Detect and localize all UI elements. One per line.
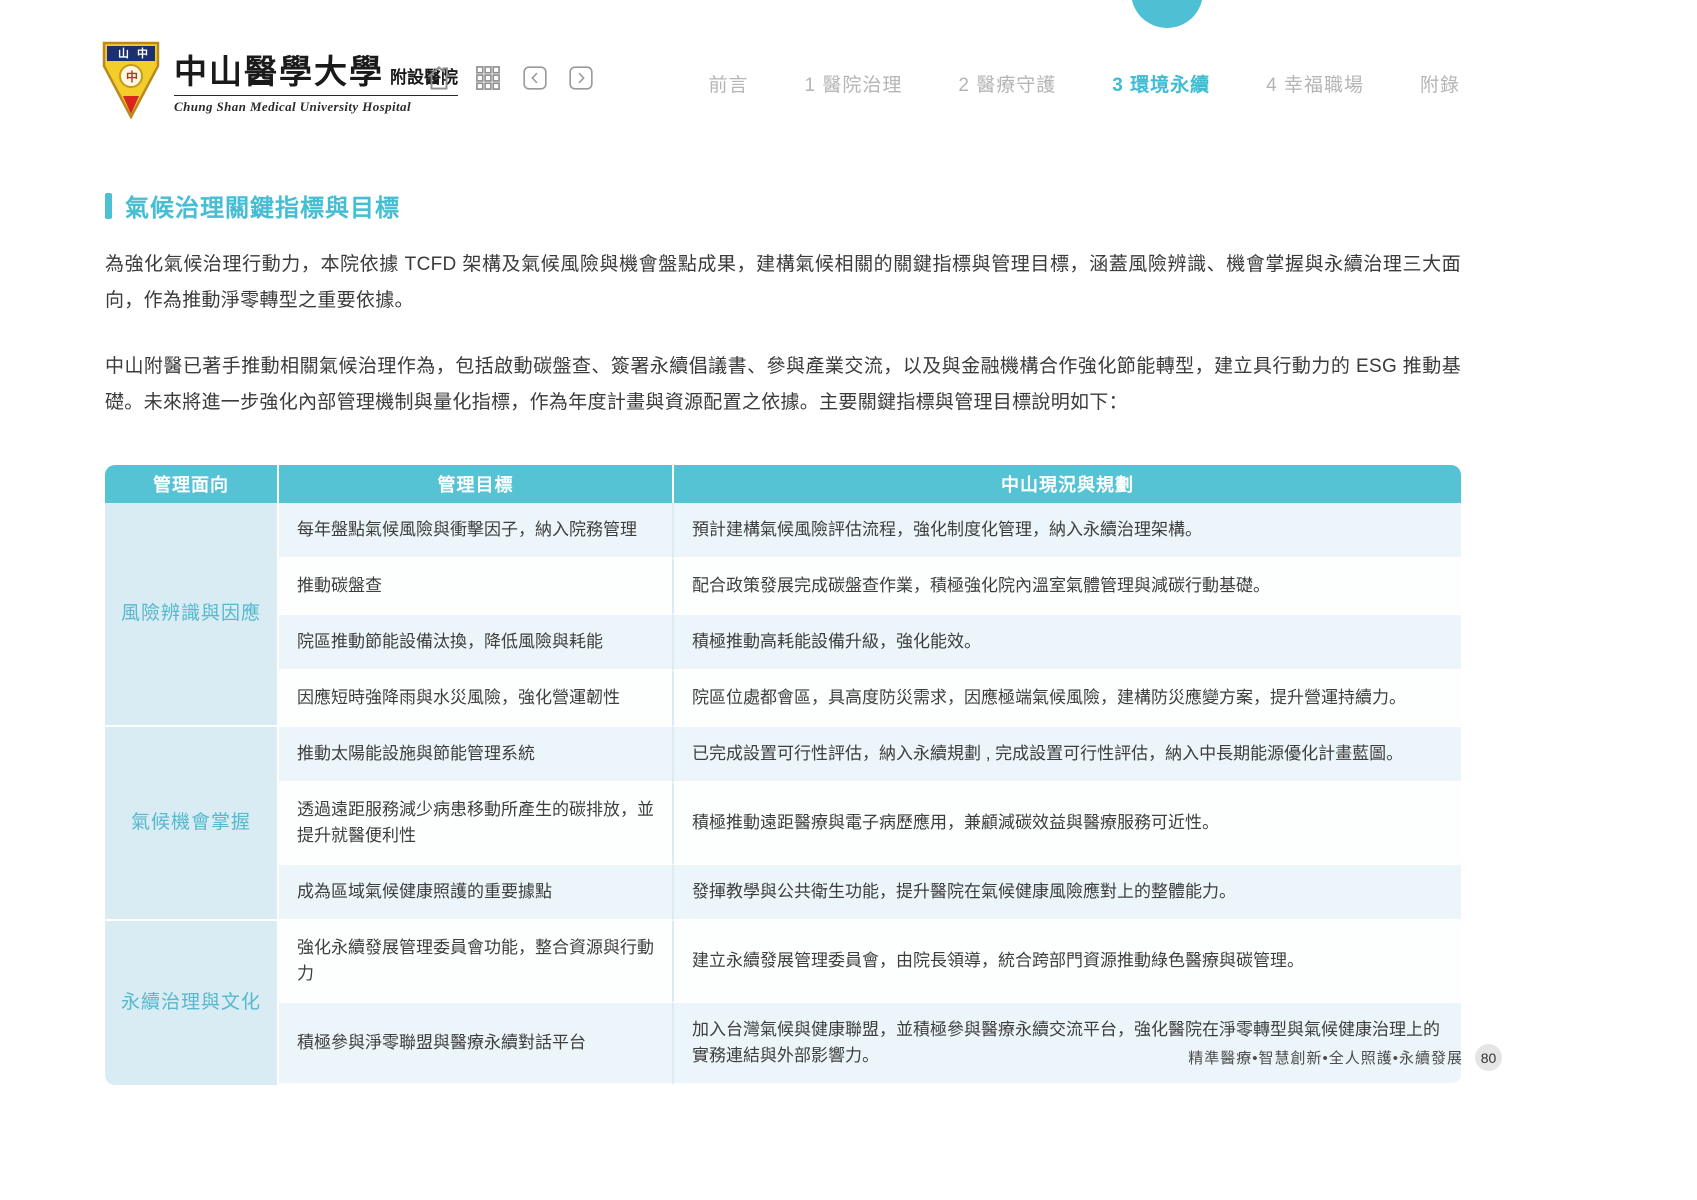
status-cell: 配合政策發展完成碳盤查作業，積極強化院內溫室氣體管理與減碳行動基礎。 bbox=[672, 559, 1461, 615]
prev-page-icon[interactable] bbox=[522, 65, 548, 91]
goal-cell: 積極參與淨零聯盟與醫療永續對話平台 bbox=[277, 1003, 672, 1085]
nav-item-governance[interactable]: 1 醫院治理 bbox=[805, 70, 903, 97]
section-title-text: 氣候治理關鍵指標與目標 bbox=[125, 188, 400, 223]
paragraph-2: 中山附醫已著手推動相關氣候治理作為，包括啟動碳盤查、簽署永續倡議書、參與產業交流… bbox=[105, 349, 1461, 421]
logo-hanzi-main: 中山醫學大學 bbox=[174, 45, 384, 93]
group-cell-risk: 風險辨識與因應 bbox=[105, 503, 277, 727]
nav-item-medical-care[interactable]: 2 醫療守護 bbox=[958, 70, 1056, 97]
status-cell: 積極推動高耗能設備升級，強化能效。 bbox=[672, 615, 1461, 671]
nav-item-appendix[interactable]: 附錄 bbox=[1420, 70, 1460, 97]
table-header-row: 管理面向 管理目標 中山現況與規劃 bbox=[105, 465, 1461, 503]
status-cell: 發揮教學與公共衛生功能，提升醫院在氣候健康風險應對上的整體能力。 bbox=[672, 865, 1461, 921]
table-row: 氣候機會掌握 推動太陽能設施與節能管理系統 已完成設置可行性評估，納入永續規劃 … bbox=[105, 727, 1461, 783]
table-row: 永續治理與文化 強化永續發展管理委員會功能，整合資源與行動力 建立永續發展管理委… bbox=[105, 921, 1461, 1003]
svg-text:中: 中 bbox=[126, 69, 138, 84]
report-page: 山 中 中 中山醫學大學 附設醫院 Chung Shan Medical Uni… bbox=[0, 0, 1697, 1200]
status-cell: 建立永續發展管理委員會，由院長領導，統合跨部門資源推動綠色醫療與碳管理。 bbox=[672, 921, 1461, 1003]
page-number-badge: 80 bbox=[1475, 1044, 1502, 1071]
goal-cell: 因應短時強降雨與水災風險，強化營運韌性 bbox=[277, 671, 672, 727]
nav-item-workplace[interactable]: 4 幸福職場 bbox=[1266, 70, 1364, 97]
section-title-bar bbox=[105, 193, 112, 219]
logo-english: Chung Shan Medical University Hospital bbox=[174, 95, 458, 115]
header: 山 中 中 中山醫學大學 附設醫院 Chung Shan Medical Uni… bbox=[0, 0, 1697, 130]
paragraph-1: 為強化氣候治理行動力，本院依據 TCFD 架構及氣候風險與機會盤點成果，建構氣候… bbox=[105, 247, 1461, 319]
viewer-toolbar bbox=[424, 63, 594, 93]
table-row: 因應短時強降雨與水災風險，強化營運韌性 院區位處都會區，具高度防災需求，因應極端… bbox=[105, 671, 1461, 727]
svg-text:中: 中 bbox=[137, 46, 148, 60]
nav-item-environment-active[interactable]: 3 環境永續 bbox=[1112, 70, 1210, 97]
next-page-icon[interactable] bbox=[568, 65, 594, 91]
hospital-logo: 山 中 中 中山醫學大學 附設醫院 Chung Shan Medical Uni… bbox=[100, 40, 458, 120]
group-cell-culture: 永續治理與文化 bbox=[105, 921, 277, 1085]
goal-cell: 每年盤點氣候風險與衝擊因子，納入院務管理 bbox=[277, 503, 672, 559]
nav-item-intro[interactable]: 前言 bbox=[709, 70, 749, 97]
home-icon[interactable] bbox=[424, 63, 454, 93]
goal-cell: 強化永續發展管理委員會功能，整合資源與行動力 bbox=[277, 921, 672, 1003]
goal-cell: 成為區域氣候健康照護的重要據點 bbox=[277, 865, 672, 921]
table-row: 風險辨識與因應 每年盤點氣候風險與衝擊因子，納入院務管理 預計建構氣候風險評估流… bbox=[105, 503, 1461, 559]
table-row: 成為區域氣候健康照護的重要據點 發揮教學與公共衛生功能，提升醫院在氣候健康風險應… bbox=[105, 865, 1461, 921]
grid-menu-icon[interactable] bbox=[474, 64, 502, 92]
col-header-status: 中山現況與規劃 bbox=[672, 465, 1461, 503]
status-cell: 已完成設置可行性評估，納入永續規劃 , 完成設置可行性評估，納入中長期能源優化計… bbox=[672, 727, 1461, 783]
status-cell: 積極推動遠距醫療與電子病歷應用，兼顧減碳效益與醫療服務可近性。 bbox=[672, 783, 1461, 865]
footer: 精準醫療•智慧創新•全人照護•永續發展 80 bbox=[1188, 1044, 1502, 1071]
section-title: 氣候治理關鍵指標與目標 bbox=[105, 188, 1461, 223]
goal-cell: 透過遠距服務減少病患移動所產生的碳排放，並提升就醫便利性 bbox=[277, 783, 672, 865]
table-row: 院區推動節能設備汰換，降低風險與耗能 積極推動高耗能設備升級，強化能效。 bbox=[105, 615, 1461, 671]
kpi-table: 管理面向 管理目標 中山現況與規劃 風險辨識與因應 每年盤點氣候風險與衝擊因子，… bbox=[105, 465, 1461, 1085]
logo-text: 中山醫學大學 附設醫院 Chung Shan Medical Universit… bbox=[174, 45, 458, 115]
goal-cell: 推動碳盤查 bbox=[277, 559, 672, 615]
main-content: 氣候治理關鍵指標與目標 為強化氣候治理行動力，本院依據 TCFD 架構及氣候風險… bbox=[105, 188, 1461, 1085]
shield-text: 山 bbox=[118, 46, 129, 60]
status-cell: 預計建構氣候風險評估流程，強化制度化管理，納入永續治理架構。 bbox=[672, 503, 1461, 559]
col-header-dimension: 管理面向 bbox=[105, 465, 277, 503]
status-cell: 院區位處都會區，具高度防災需求，因應極端氣候風險，建構防災應變方案，提升營運持續… bbox=[672, 671, 1461, 727]
chapter-nav: 前言 1 醫院治理 2 醫療守護 3 環境永續 4 幸福職場 附錄 bbox=[709, 70, 1460, 97]
hospital-logo-shield: 山 中 中 bbox=[100, 40, 162, 120]
goal-cell: 推動太陽能設施與節能管理系統 bbox=[277, 727, 672, 783]
table-row: 推動碳盤查 配合政策發展完成碳盤查作業，積極強化院內溫室氣體管理與減碳行動基礎。 bbox=[105, 559, 1461, 615]
footer-tagline: 精準醫療•智慧創新•全人照護•永續發展 bbox=[1188, 1047, 1463, 1068]
col-header-goal: 管理目標 bbox=[277, 465, 672, 503]
table-row: 透過遠距服務減少病患移動所產生的碳排放，並提升就醫便利性 積極推動遠距醫療與電子… bbox=[105, 783, 1461, 865]
group-cell-opportunity: 氣候機會掌握 bbox=[105, 727, 277, 921]
goal-cell: 院區推動節能設備汰換，降低風險與耗能 bbox=[277, 615, 672, 671]
